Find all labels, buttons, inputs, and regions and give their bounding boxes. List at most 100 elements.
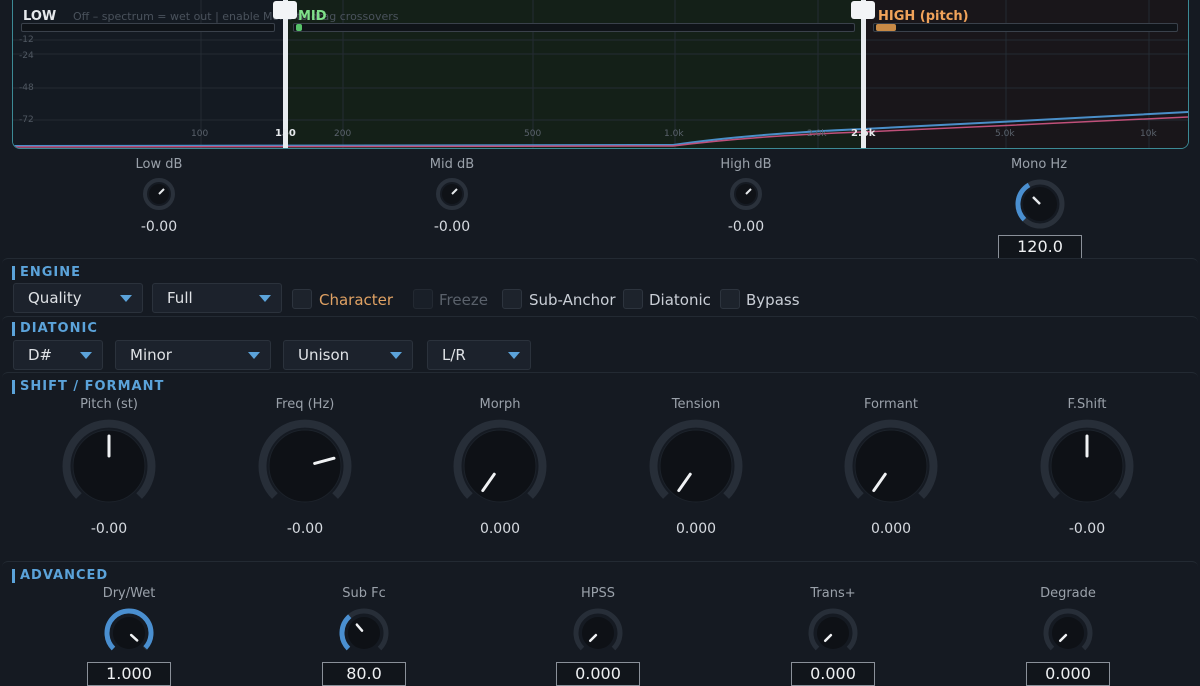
diatonic-checkbox[interactable]	[623, 289, 643, 309]
crossover-low-mid-value: 150	[275, 128, 296, 139]
advanced-value-field[interactable]: 80.0	[322, 662, 406, 686]
shift-formant-title: SHIFT / FORMANT	[12, 380, 164, 394]
advanced-knob[interactable]	[806, 606, 860, 660]
sub-anchor-checkbox[interactable]	[502, 289, 522, 309]
freq-tick: 5.0k	[995, 129, 1015, 139]
db-tick: -24	[19, 51, 34, 61]
shift-knob[interactable]	[61, 418, 157, 514]
shift-knob-value: 0.000	[675, 521, 717, 537]
scale-dropdown-value: Minor	[130, 346, 172, 364]
chevron-down-icon	[259, 295, 271, 302]
band-label-high: HIGH (pitch)	[878, 9, 969, 24]
stereo-dropdown-value: L/R	[442, 346, 466, 364]
db-tick: -12	[19, 35, 34, 45]
chevron-down-icon	[248, 352, 260, 359]
low-db-label: Low dB	[135, 157, 183, 172]
shift-knob-value: -0.00	[286, 521, 324, 537]
shift-knob-value: 0.000	[870, 521, 912, 537]
advanced-knob[interactable]	[337, 606, 391, 660]
advanced-knob[interactable]	[102, 606, 156, 660]
shift-knob-label: Freq (Hz)	[275, 397, 335, 412]
band-label-mid: MID	[298, 9, 327, 24]
advanced-knob[interactable]	[571, 606, 625, 660]
key-dropdown-value: D#	[28, 346, 53, 364]
character-checkbox[interactable]	[292, 289, 312, 309]
advanced-knob-label: Dry/Wet	[102, 586, 156, 601]
advanced-value-field[interactable]: 0.000	[791, 662, 875, 686]
advanced-knob-label: Degrade	[1040, 586, 1096, 601]
shift-knob[interactable]	[257, 418, 353, 514]
scale-dropdown[interactable]: Minor	[115, 340, 271, 370]
crossover-mid-high-value: 2.5k	[851, 128, 876, 139]
shift-knob-value: -0.00	[1068, 521, 1106, 537]
freeze-checkbox[interactable]	[413, 289, 433, 309]
mid-band-meter	[293, 23, 855, 32]
high-db-label: High dB	[720, 157, 772, 172]
freq-tick: 500	[524, 129, 542, 139]
crossover-low-mid[interactable]	[283, 0, 288, 148]
mid-db-label: Mid dB	[429, 157, 475, 172]
mono-hz-knob[interactable]	[1014, 178, 1066, 230]
advanced-knob[interactable]	[1041, 606, 1095, 660]
advanced-knob-label: HPSS	[580, 586, 616, 601]
character-label: Character	[319, 291, 394, 309]
high-db-value: -0.00	[727, 219, 765, 235]
mode-dropdown-value: Full	[167, 289, 193, 307]
high-band-meter	[873, 23, 1178, 32]
shift-knob[interactable]	[452, 418, 548, 514]
chevron-down-icon	[508, 352, 520, 359]
shift-knob-label: Tension	[671, 397, 721, 412]
shift-knob-label: F.Shift	[1067, 397, 1107, 412]
mode-dropdown[interactable]: Full	[152, 283, 282, 313]
shift-knob-label: Morph	[479, 397, 521, 412]
spectrum-display[interactable]: Off – spectrum = wet out | enable Mono t…	[12, 0, 1189, 149]
voicing-dropdown-value: Unison	[298, 346, 350, 364]
key-dropdown[interactable]: D#	[13, 340, 103, 370]
shift-knob[interactable]	[843, 418, 939, 514]
low-band-meter	[21, 23, 275, 32]
mono-hz-label: Mono Hz	[1010, 157, 1068, 172]
shift-knob[interactable]	[648, 418, 744, 514]
advanced-knob-label: Sub Fc	[342, 586, 386, 601]
crossover-mid-high[interactable]	[861, 0, 866, 148]
chevron-down-icon	[120, 295, 132, 302]
voicing-dropdown[interactable]: Unison	[283, 340, 413, 370]
mid-db-knob[interactable]	[436, 178, 468, 210]
band-label-low: LOW	[23, 9, 57, 24]
engine-title: ENGINE	[12, 266, 81, 280]
chevron-down-icon	[390, 352, 402, 359]
diatonic-label: Diatonic	[649, 291, 711, 309]
low-db-value: -0.00	[140, 219, 178, 235]
shift-knob-label: Formant	[863, 397, 919, 412]
diatonic-title: DIATONIC	[12, 322, 98, 336]
freq-tick: 1.0k	[664, 129, 684, 139]
crossover-mid-high-handle[interactable]	[851, 1, 875, 19]
high-db-knob[interactable]	[730, 178, 762, 210]
bypass-label: Bypass	[746, 291, 800, 309]
quality-dropdown[interactable]: Quality	[13, 283, 143, 313]
spectrum-hint: Off – spectrum = wet out | enable Mono t…	[73, 10, 399, 23]
shift-knob-value: 0.000	[479, 521, 521, 537]
db-tick: -48	[19, 83, 34, 93]
shift-knob[interactable]	[1039, 418, 1135, 514]
freq-tick: 200	[334, 129, 352, 139]
quality-dropdown-value: Quality	[28, 289, 82, 307]
freq-tick: 2.0k	[807, 129, 827, 139]
advanced-value-field[interactable]: 0.000	[1026, 662, 1110, 686]
stereo-dropdown[interactable]: L/R	[427, 340, 531, 370]
advanced-value-field[interactable]: 1.000	[87, 662, 171, 686]
db-tick: -72	[19, 115, 34, 125]
shift-knob-value: -0.00	[90, 521, 128, 537]
sub-anchor-label: Sub-Anchor	[529, 291, 616, 309]
freeze-label: Freeze	[439, 291, 488, 309]
bypass-checkbox[interactable]	[720, 289, 740, 309]
freq-tick: 10k	[1140, 129, 1157, 139]
advanced-knob-label: Trans+	[810, 586, 856, 601]
mono-hz-value-field[interactable]: 120.0	[998, 235, 1082, 259]
crossover-low-mid-handle[interactable]	[273, 1, 297, 19]
low-db-knob[interactable]	[143, 178, 175, 210]
freq-tick: 100	[191, 129, 209, 139]
advanced-value-field[interactable]: 0.000	[556, 662, 640, 686]
shift-knob-label: Pitch (st)	[80, 397, 138, 412]
advanced-title: ADVANCED	[12, 569, 108, 583]
